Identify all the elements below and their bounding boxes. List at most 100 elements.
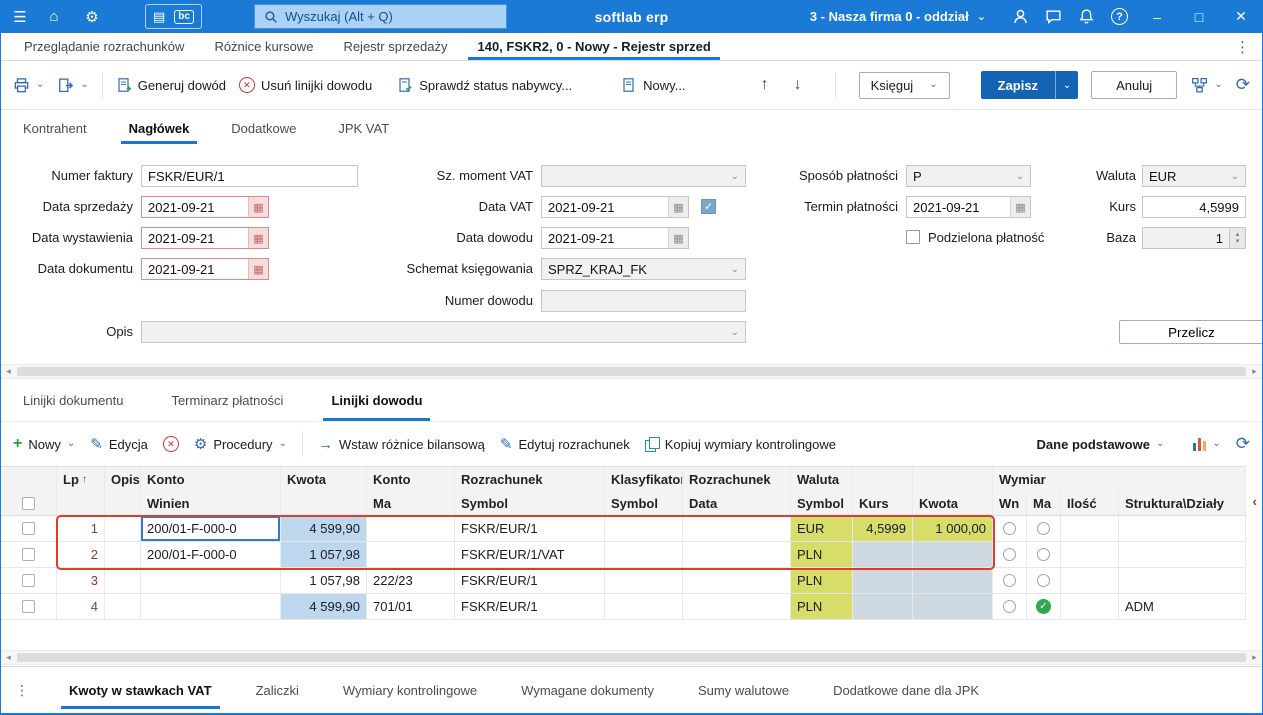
line-nowy-button[interactable]: + Nowy ⌄ bbox=[13, 436, 75, 452]
cell-klasyfikator[interactable] bbox=[605, 594, 683, 619]
chart-view-button[interactable]: ⌄ bbox=[1193, 437, 1221, 451]
tab-przegladanie-rozrachunkow[interactable]: Przeglądanie rozrachunków bbox=[9, 33, 199, 60]
grid-row-2[interactable]: 2 200/01-F-000-0 1 057,98 FSKR/EUR/1/VAT… bbox=[1, 542, 1246, 568]
wn-radio[interactable] bbox=[1003, 600, 1016, 613]
tab-sumy-walutowe[interactable]: Sumy walutowe bbox=[686, 667, 801, 713]
calendar-icon[interactable]: ▦ bbox=[248, 259, 268, 279]
cell-ilosc[interactable] bbox=[1061, 594, 1119, 619]
select-all-checkbox[interactable] bbox=[22, 496, 35, 510]
sposob-platnosci-field[interactable]: P ⌄ bbox=[906, 165, 1031, 187]
scrollbar-thumb[interactable] bbox=[17, 653, 1246, 662]
ma-checked-icon[interactable] bbox=[1036, 599, 1051, 614]
grid-row-3[interactable]: 3 1 057,98 222/23 FSKR/EUR/1 PLN bbox=[1, 568, 1246, 594]
col-header-ma2[interactable]: Ma bbox=[1027, 491, 1061, 515]
col-header-struktura[interactable]: Struktura\Działy bbox=[1119, 491, 1246, 515]
schemat-ksiegowania-field[interactable]: SPRZ_KRAJ_FK ⌄ bbox=[541, 258, 746, 280]
line-delete-button[interactable] bbox=[162, 436, 179, 452]
cell-kwota[interactable]: 1 057,98 bbox=[281, 542, 367, 567]
cell-kwota-walutowa[interactable] bbox=[913, 542, 993, 567]
col-header-waluta[interactable]: Waluta bbox=[791, 467, 853, 491]
cell-struktura[interactable]: ADM bbox=[1119, 594, 1246, 619]
cell-ilosc[interactable] bbox=[1061, 542, 1119, 567]
panel-icon[interactable]: ▤ bbox=[153, 10, 165, 23]
col-header-lp[interactable]: Lp ↑ bbox=[57, 467, 105, 491]
col-header-kurs[interactable]: Kurs bbox=[853, 491, 913, 515]
cell-kurs[interactable] bbox=[853, 594, 913, 619]
nowy-button[interactable]: Nowy... bbox=[621, 77, 686, 93]
tab-terminarz-platnosci[interactable]: Terminarz płatności bbox=[159, 380, 295, 421]
data-dowodu-field[interactable]: 2021-09-21 ▦ bbox=[541, 227, 689, 249]
grid-row-4[interactable]: 4 4 599,90 701/01 FSKR/EUR/1 PLN ADM bbox=[1, 594, 1246, 620]
cell-opis[interactable] bbox=[105, 594, 141, 619]
cell-rozrachunek-data[interactable] bbox=[683, 516, 791, 541]
col-header-winien[interactable]: Winien bbox=[141, 491, 281, 515]
tab-jpk-vat[interactable]: JPK VAT bbox=[326, 110, 401, 146]
cell-kwota[interactable]: 4 599,90 bbox=[281, 516, 367, 541]
cell-struktura[interactable] bbox=[1119, 516, 1246, 541]
calendar-icon[interactable]: ▦ bbox=[248, 228, 268, 248]
settings-icon[interactable]: ⚙ bbox=[79, 0, 105, 33]
generuj-dowod-button[interactable]: Generuj dowód bbox=[116, 77, 226, 93]
data-vat-checkbox[interactable]: ✓ bbox=[701, 199, 716, 214]
col-header-symbol[interactable]: Symbol bbox=[605, 491, 683, 515]
data-wystawienia-field[interactable]: 2021-09-21 ▦ bbox=[141, 227, 269, 249]
cell-opis[interactable] bbox=[105, 516, 141, 541]
tab-rejestr-sprzedazy[interactable]: Rejestr sprzedaży bbox=[328, 33, 462, 60]
zapisz-button[interactable]: Zapisz ⌄ bbox=[980, 71, 1079, 99]
cell-klasyfikator[interactable] bbox=[605, 542, 683, 567]
przelicz-button[interactable]: Przelicz bbox=[1119, 320, 1262, 344]
col-header-opis[interactable]: Opis bbox=[105, 467, 141, 491]
calendar-icon[interactable]: ▦ bbox=[668, 197, 688, 217]
tab-wymiary-kontrolingowe[interactable]: Wymiary kontrolingowe bbox=[331, 667, 489, 713]
cell-opis[interactable] bbox=[105, 542, 141, 567]
cell-rozrachunek-data[interactable] bbox=[683, 568, 791, 593]
tab-dodatkowe[interactable]: Dodatkowe bbox=[219, 110, 308, 146]
lines-refresh-button[interactable]: ⟳ bbox=[1236, 434, 1250, 454]
col-header-konto-winien[interactable]: Konto bbox=[141, 467, 281, 491]
tab-wymagane-dokumenty[interactable]: Wymagane dokumenty bbox=[509, 667, 666, 713]
ma-radio[interactable] bbox=[1037, 574, 1050, 587]
kurs-field[interactable]: 4,5999 bbox=[1142, 196, 1246, 218]
tab-naglowek[interactable]: Nagłówek bbox=[117, 110, 202, 146]
row-checkbox[interactable] bbox=[22, 600, 35, 613]
cell-ilosc[interactable] bbox=[1061, 516, 1119, 541]
tab-dodatkowe-dane-jpk[interactable]: Dodatkowe dane dla JPK bbox=[821, 667, 991, 713]
cell-konto-winien[interactable]: 200/01-F-000-0 bbox=[141, 516, 281, 541]
scroll-right-icon[interactable]: ▸ bbox=[1247, 651, 1262, 664]
waluta-field[interactable]: EUR ⌄ bbox=[1142, 165, 1246, 187]
numer-faktury-field[interactable]: FSKR/EUR/1 bbox=[141, 165, 358, 187]
cell-klasyfikator[interactable] bbox=[605, 516, 683, 541]
calendar-icon[interactable]: ▦ bbox=[248, 197, 268, 217]
print-button[interactable]: ⌄ bbox=[13, 77, 44, 94]
cell-rozrachunek-data[interactable] bbox=[683, 594, 791, 619]
sz-moment-vat-field[interactable]: ⌄ bbox=[541, 165, 746, 187]
cell-waluta[interactable]: PLN bbox=[791, 594, 853, 619]
cell-klasyfikator[interactable] bbox=[605, 568, 683, 593]
workflow-button[interactable]: ⌄ bbox=[1191, 77, 1223, 94]
anuluj-button[interactable]: Anuluj bbox=[1091, 71, 1178, 99]
col-header-wymiar[interactable]: Wymiar bbox=[993, 467, 1246, 491]
cell-konto-winien[interactable] bbox=[141, 594, 281, 619]
cell-rozrachunek-data[interactable] bbox=[683, 542, 791, 567]
cell-konto-winien[interactable]: 200/01-F-000-0 bbox=[141, 542, 281, 567]
col-header-data[interactable]: Data bbox=[683, 491, 791, 515]
ma-radio[interactable] bbox=[1037, 548, 1050, 561]
menu-icon[interactable]: ☰ bbox=[7, 0, 33, 33]
opis-field[interactable]: ⌄ bbox=[141, 321, 746, 343]
cell-konto-ma[interactable] bbox=[367, 516, 455, 541]
company-selector[interactable]: 3 - Nasza firma 0 - oddział ⌄ bbox=[810, 9, 986, 24]
col-header-ilosc[interactable]: Ilość bbox=[1061, 491, 1119, 515]
wn-radio[interactable] bbox=[1003, 574, 1016, 587]
maximize-button[interactable]: □ bbox=[1186, 9, 1212, 25]
scrollbar-thumb[interactable] bbox=[17, 367, 1246, 376]
wstaw-roznice-button[interactable]: → Wstaw różnice bilansową bbox=[318, 437, 485, 452]
calendar-icon[interactable]: ▦ bbox=[1010, 197, 1030, 217]
cell-opis[interactable] bbox=[105, 568, 141, 593]
export-button[interactable]: ⌄ bbox=[57, 77, 89, 94]
scroll-left-icon[interactable]: ◂ bbox=[1, 365, 16, 378]
cell-konto-winien[interactable] bbox=[141, 568, 281, 593]
col-header-kwota[interactable]: Kwota bbox=[281, 467, 367, 491]
numer-dowodu-field[interactable] bbox=[541, 290, 746, 312]
col-header-klasyfikator[interactable]: Klasyfikator bbox=[605, 467, 683, 491]
tab-linijki-dowodu[interactable]: Linijki dowodu bbox=[319, 380, 434, 421]
